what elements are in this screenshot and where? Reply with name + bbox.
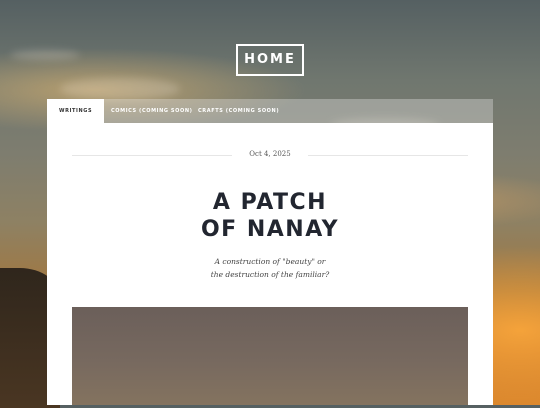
category-tabs: WRITINGS COMICS (COMING SOON) CRAFTS (CO… <box>47 99 493 123</box>
post-title-line-1: A PATCH <box>212 190 328 215</box>
post-featured-image[interactable] <box>72 307 468 405</box>
post-title[interactable]: A PATCH OF NANAY <box>47 189 493 243</box>
post-subtitle-line-1: A construction of "beauty" or <box>214 257 326 266</box>
sky-cloud <box>10 50 80 60</box>
tab-writings[interactable]: WRITINGS <box>47 99 105 123</box>
sky-cloud <box>60 78 180 100</box>
home-button[interactable]: HOME <box>236 44 304 76</box>
post-subtitle: A construction of "beauty" or the destru… <box>47 255 493 281</box>
post-card: Oct 4, 2025 A PATCH OF NANAY A construct… <box>47 123 493 405</box>
post-subtitle-line-2: the destruction of the familiar? <box>210 270 330 279</box>
post-date: Oct 4, 2025 <box>249 150 291 158</box>
tab-crafts[interactable]: CRAFTS (COMING SOON) <box>186 99 291 123</box>
post-title-line-2: OF NANAY <box>200 217 340 242</box>
